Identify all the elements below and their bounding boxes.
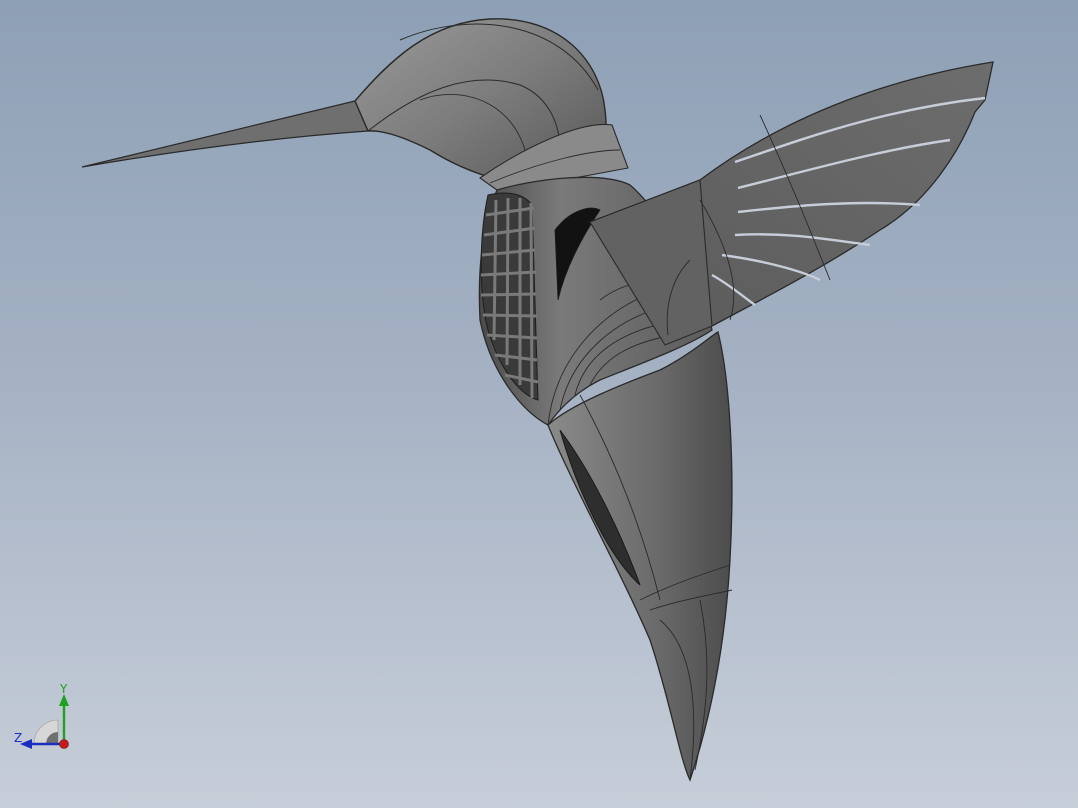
y-axis-label: Y (59, 684, 68, 696)
z-axis-label: Z (14, 731, 22, 745)
hummingbird-3d-model[interactable] (0, 0, 1078, 808)
wing (589, 61, 994, 346)
x-axis-dot (59, 739, 69, 749)
beak (81, 100, 369, 168)
chest-lattice (480, 192, 539, 401)
cad-graphics-viewport[interactable]: Y Z (0, 0, 1078, 808)
coordinate-axis-triad: Y Z (14, 684, 69, 749)
